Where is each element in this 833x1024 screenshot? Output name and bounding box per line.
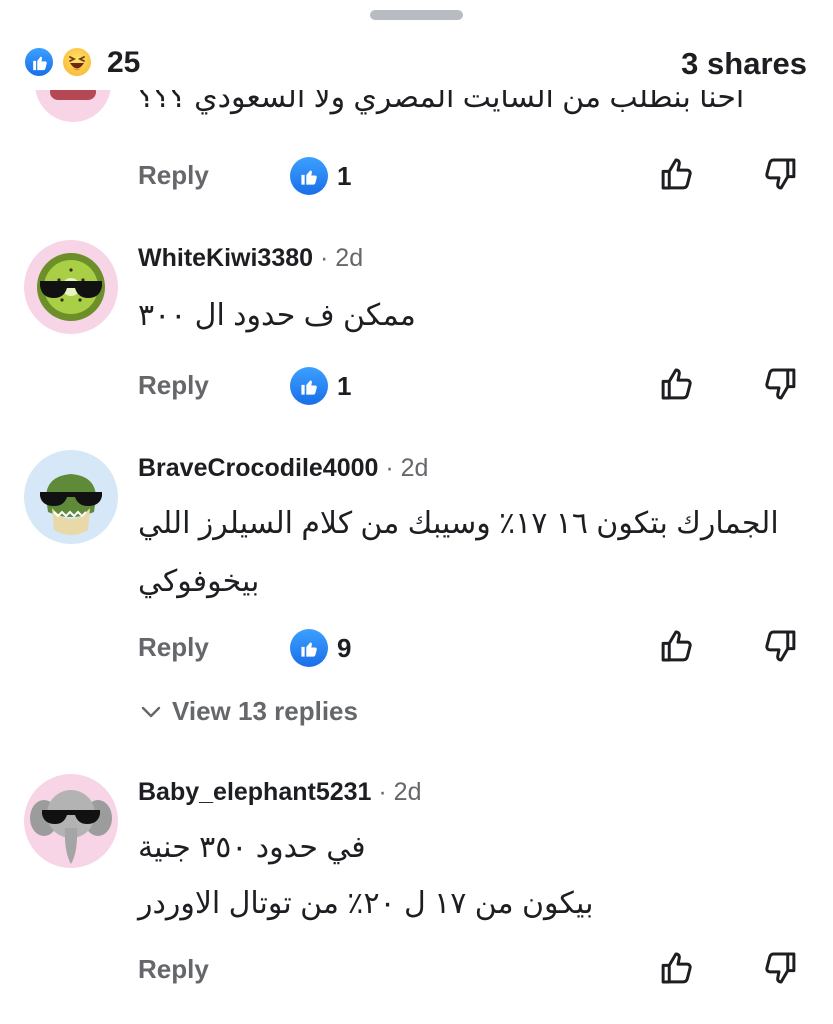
comment-text-line: الجمارك بتكون ١٦ ١٧٪ وسيبك من كلام السيل… bbox=[138, 507, 779, 540]
comment-time: · 2d bbox=[378, 778, 422, 806]
reactions-summary-bar: 25 3 shares bbox=[0, 38, 833, 90]
chevron-down-icon bbox=[140, 696, 162, 727]
avatar[interactable] bbox=[35, 90, 111, 122]
view-replies-label: View 13 replies bbox=[172, 696, 358, 726]
author-name[interactable]: BraveCrocodile4000 bbox=[138, 454, 378, 482]
thumbs-down-icon[interactable] bbox=[758, 947, 800, 989]
thumbs-up-icon[interactable] bbox=[657, 947, 699, 989]
avatar[interactable] bbox=[24, 240, 118, 334]
reply-button[interactable]: Reply bbox=[138, 370, 209, 401]
shares-count[interactable]: 3 shares bbox=[681, 46, 807, 82]
partial-comment: احنا بنطلب من السايت المصري ولا السعودي … bbox=[0, 90, 833, 130]
comment-text: ممكن ف حدود ال ٣٠٠ bbox=[138, 299, 416, 332]
like-count: 1 bbox=[337, 371, 352, 401]
thumbs-up-icon[interactable] bbox=[657, 363, 699, 405]
comment-author[interactable]: WhiteKiwi3380 · 2d bbox=[138, 244, 363, 273]
like-count: 1 bbox=[337, 161, 352, 191]
thumbs-down-icon[interactable] bbox=[758, 625, 800, 667]
author-name[interactable]: WhiteKiwi3380 bbox=[138, 244, 313, 272]
author-name[interactable]: Baby_elephant5231 bbox=[138, 778, 371, 806]
like-icon bbox=[290, 367, 328, 405]
reaction-count: 25 bbox=[107, 46, 141, 79]
sheet-drag-handle[interactable] bbox=[370, 10, 463, 20]
thumbs-down-icon[interactable] bbox=[758, 363, 800, 405]
like-icon bbox=[290, 629, 328, 667]
thumbs-down-icon[interactable] bbox=[758, 153, 800, 195]
reply-button[interactable]: Reply bbox=[138, 954, 209, 985]
avatar[interactable] bbox=[24, 774, 118, 868]
comment-actions: Reply 1 bbox=[0, 360, 833, 410]
comment-text: احنا بنطلب من السايت المصري ولا السعودي … bbox=[138, 90, 745, 114]
comment-actions: Reply 9 bbox=[0, 622, 833, 672]
comment: BraveCrocodile4000 · 2d الجمارك بتكون ١٦… bbox=[0, 450, 833, 730]
comment-actions: Reply bbox=[0, 944, 833, 994]
reply-button[interactable]: Reply bbox=[138, 632, 209, 663]
thumbs-up-icon[interactable] bbox=[657, 625, 699, 667]
avatar[interactable] bbox=[24, 450, 118, 544]
comment-text-line: بيكون من ١٧ ل ٢٠٪ من توتال الاوردر bbox=[138, 887, 594, 920]
comment-author[interactable]: Baby_elephant5231 · 2d bbox=[138, 778, 422, 807]
comment: Baby_elephant5231 · 2d في حدود ٣٥٠ جنية … bbox=[0, 772, 833, 1024]
comment-time: · 2d bbox=[385, 454, 429, 482]
like-reaction-icon bbox=[22, 45, 56, 79]
comment-text-line: في حدود ٣٥٠ جنية bbox=[138, 831, 366, 864]
comment-time: · 2d bbox=[320, 244, 364, 272]
comment-actions: Reply 1 bbox=[0, 150, 833, 200]
comment-author[interactable]: BraveCrocodile4000 · 2d bbox=[138, 454, 428, 483]
like-count: 9 bbox=[337, 633, 352, 663]
comment: WhiteKiwi3380 · 2d ممكن ف حدود ال ٣٠٠ Re… bbox=[0, 238, 833, 418]
comment-text-line: بيخوفوكي bbox=[138, 565, 260, 598]
like-icon bbox=[290, 157, 328, 195]
haha-reaction-icon bbox=[60, 45, 94, 79]
view-replies-link[interactable]: View 13 replies bbox=[140, 696, 358, 727]
thumbs-up-icon[interactable] bbox=[657, 153, 699, 195]
reply-button[interactable]: Reply bbox=[138, 160, 209, 191]
